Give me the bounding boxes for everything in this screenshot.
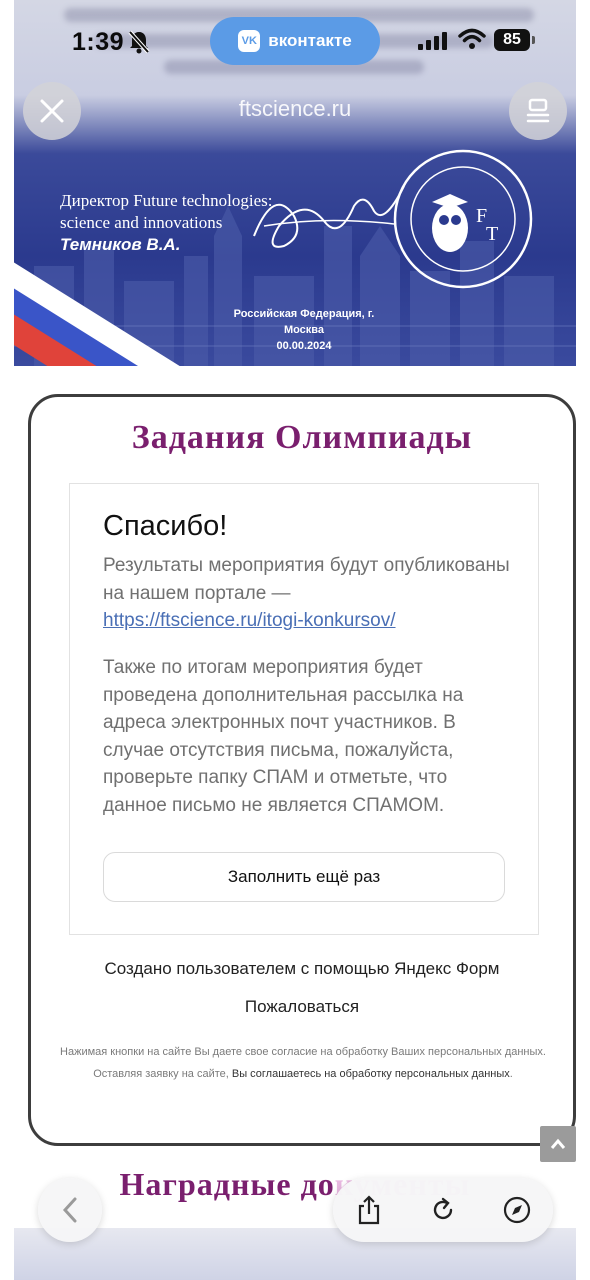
clock: 1:39: [72, 28, 125, 56]
card-title: Задания Олимпиады: [131, 419, 473, 456]
form-result-panel: Спасибо! Результаты мероприятия будут оп…: [69, 483, 539, 935]
browser-toolbar: [333, 1178, 553, 1242]
results-paragraph: Результаты мероприятия будут опубликован…: [103, 552, 513, 635]
thanks-heading: Спасибо!: [103, 510, 228, 542]
director-title-line2: science and innovations: [60, 213, 223, 232]
vk-logo-icon: VK: [238, 30, 261, 52]
browser-back-button[interactable]: [38, 1178, 102, 1242]
results-link[interactable]: https://ftscience.ru/itogi-konkursov/: [103, 610, 396, 631]
chevron-left-icon: [62, 1197, 77, 1223]
handwritten-signature: [253, 185, 405, 248]
awards-title-visible: Наградные до: [119, 1166, 335, 1202]
battery-tip: [532, 36, 535, 44]
director-signature-block: Директор Future technologies: science an…: [60, 190, 273, 256]
reload-icon: [433, 1197, 453, 1220]
share-button[interactable]: [353, 1194, 385, 1226]
close-icon: [40, 99, 64, 123]
consent-end: .: [509, 1068, 513, 1080]
signal-icon: [418, 32, 447, 50]
back-to-app-button[interactable]: VK вконтакте: [210, 17, 380, 65]
seal-letter-t: T: [486, 223, 498, 245]
reader-mode-button[interactable]: [509, 82, 567, 140]
yandex-forms-credit[interactable]: Создано пользователем с помощью Яндекс Ф…: [31, 959, 573, 979]
fill-again-button[interactable]: Заполнить ещё раз: [103, 852, 505, 902]
consent-link[interactable]: Вы соглашаетесь на обработку персональны…: [232, 1068, 510, 1080]
certificate-date: 00.00.2024: [276, 340, 332, 352]
compass-icon: [503, 1196, 531, 1224]
consent-notice: Нажимая кнопки на сайте Вы даете свое со…: [49, 1041, 557, 1085]
results-text: Результаты мероприятия будут опубликован…: [103, 555, 510, 604]
organization-seal: F T: [393, 149, 533, 289]
status-bar: 1:39 VK вконтакте 85: [0, 0, 590, 80]
wifi-icon: [458, 28, 486, 49]
mailing-paragraph: Также по итогам мероприятия будет провед…: [103, 657, 464, 816]
certificate-location: Российская Федерация, г. Москва 00.00.20…: [214, 306, 394, 354]
reader-icon: [526, 98, 550, 123]
app-name: вконтакте: [268, 31, 352, 50]
battery-indicator: 85: [494, 29, 530, 51]
close-button[interactable]: [23, 82, 81, 140]
olympiad-tasks-card: Задания Олимпиады Спасибо! Результаты ме…: [28, 394, 576, 1146]
reload-button[interactable]: [427, 1194, 459, 1226]
compass-button[interactable]: [501, 1194, 533, 1226]
director-title-line1: Директор Future technologies:: [60, 191, 273, 210]
scroll-to-top-button[interactable]: [540, 1126, 576, 1162]
location-text: Российская Федерация, г. Москва: [233, 308, 375, 336]
bell-off-icon: [128, 30, 150, 54]
complain-link[interactable]: Пожаловаться: [31, 997, 573, 1017]
banner-url-text: ftscience.ru: [238, 96, 352, 121]
director-name: Темников В.А.: [60, 235, 181, 254]
share-icon: [358, 1195, 380, 1225]
chevron-up-icon: [550, 1138, 566, 1149]
